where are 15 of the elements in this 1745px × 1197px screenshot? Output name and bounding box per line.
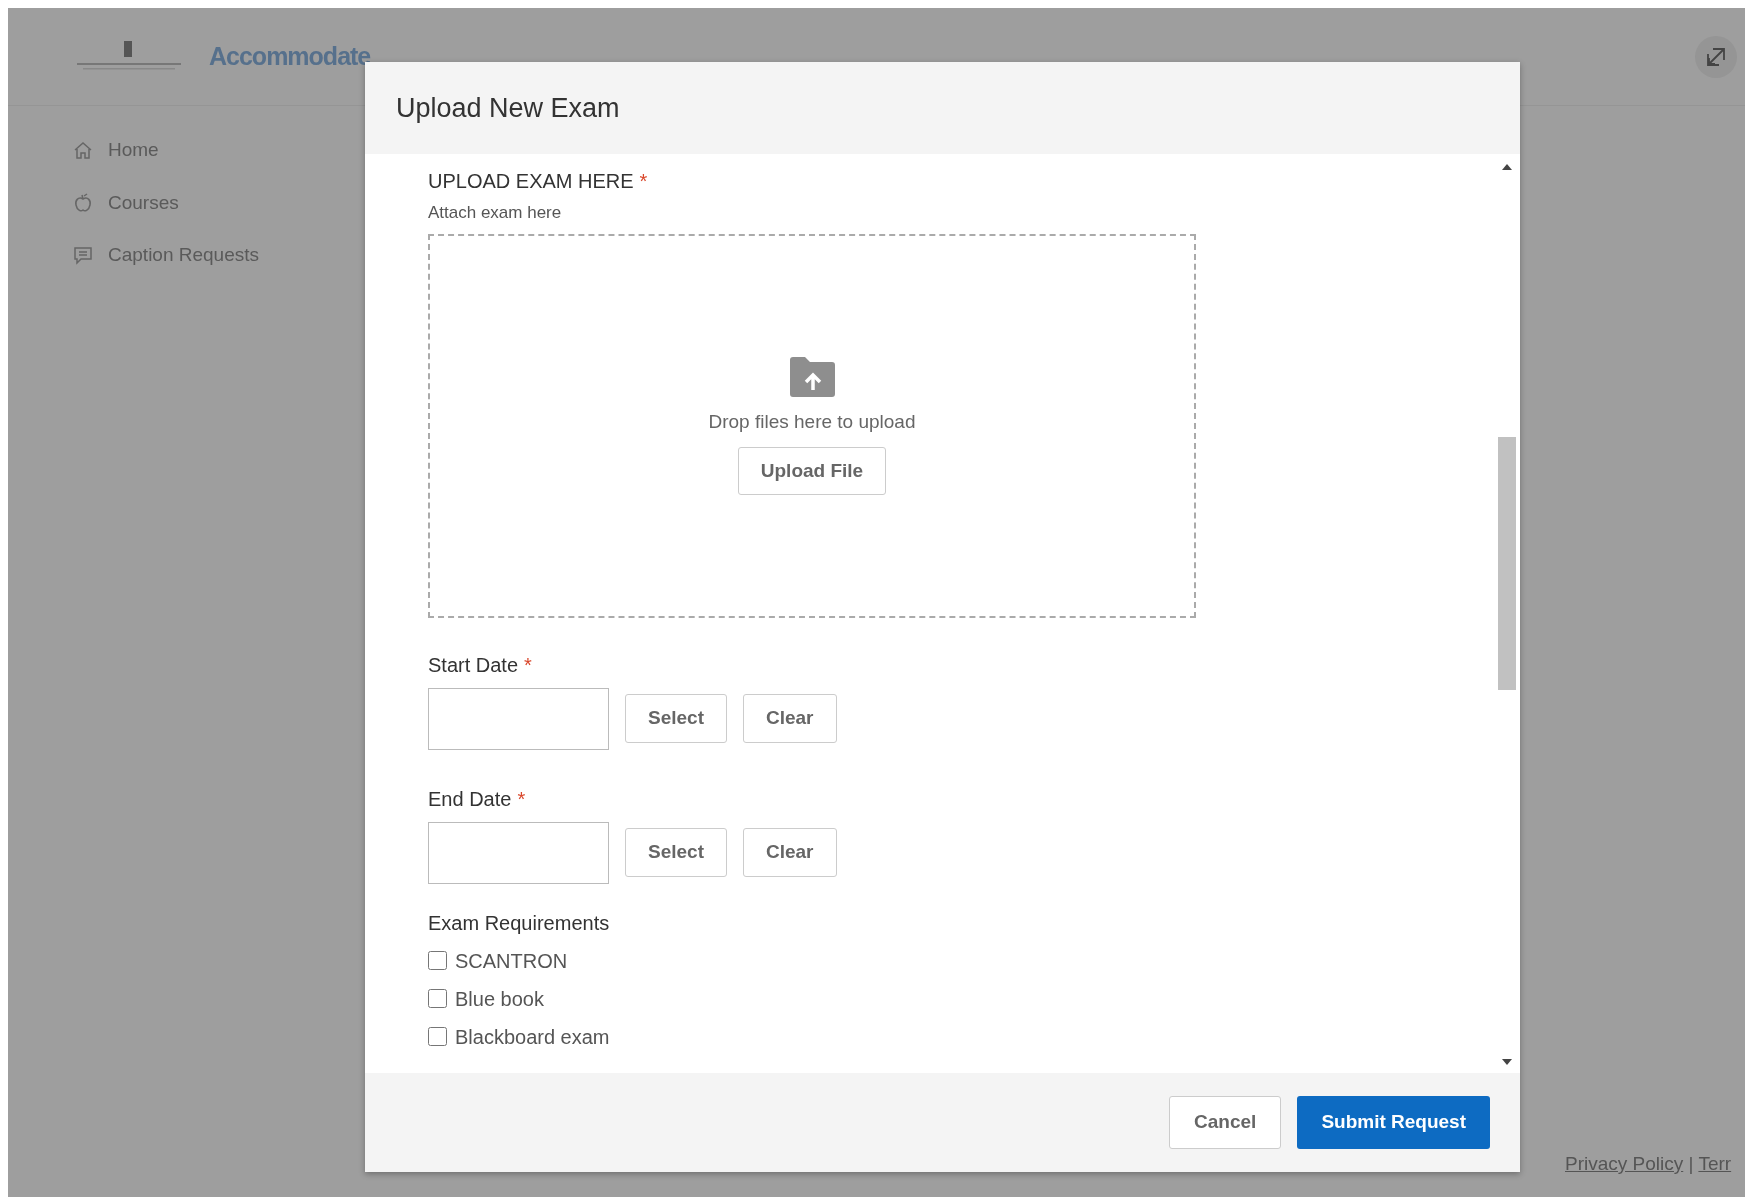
required-mark: * [639,170,648,192]
separator-text: | [1688,1153,1694,1174]
checkbox-label: SCANTRON [455,948,568,974]
checkbox-label: Blackboard exam [455,1024,610,1050]
field-label: End Date [428,787,512,810]
required-mark: * [517,787,526,810]
checkbox-label: Blue book [455,986,544,1012]
modal-title: Upload New Exam [395,91,621,125]
drop-text: Drop files here to upload [708,410,916,434]
section-label: Exam Requirements [428,910,611,936]
required-mark: * [524,653,532,676]
field-label: Start Date [428,653,519,676]
logo-text: Accommodate [209,40,371,72]
field-hint: Attach exam here [428,202,563,224]
field-label: UPLOAD EXAM HERE [428,170,634,192]
